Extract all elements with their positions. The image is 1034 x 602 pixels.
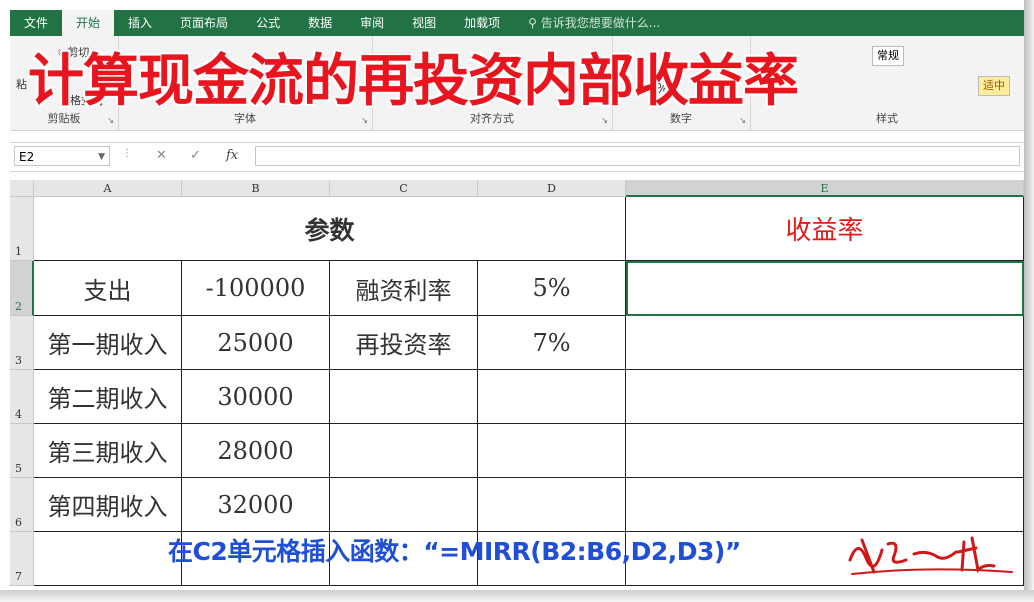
select-all-corner[interactable] bbox=[10, 180, 34, 197]
row-header-4[interactable]: 4 bbox=[10, 370, 34, 424]
tell-me-text: 告诉我您想要做什么... bbox=[540, 16, 661, 30]
formula-bar: E2 ▼ ⋮ ✕ ✓ fx bbox=[10, 142, 1024, 172]
insert-function-icon[interactable]: fx bbox=[226, 148, 238, 163]
cancel-icon[interactable]: ✕ bbox=[156, 148, 167, 163]
cell-b6[interactable]: 32000 bbox=[182, 478, 330, 532]
cell-e4[interactable] bbox=[626, 370, 1024, 424]
cell-d5[interactable] bbox=[478, 424, 626, 478]
tab-insert[interactable]: 插入 bbox=[114, 10, 166, 36]
cell-b3[interactable]: 25000 bbox=[182, 316, 330, 370]
enter-icon[interactable]: ✓ bbox=[190, 148, 201, 163]
cell-e1-rate-header[interactable]: 收益率 bbox=[626, 197, 1024, 261]
column-header-d[interactable]: D bbox=[478, 180, 626, 197]
column-header-b[interactable]: B bbox=[182, 180, 330, 197]
column-header-a[interactable]: A bbox=[34, 180, 182, 197]
formula-input[interactable] bbox=[255, 146, 1020, 166]
formula-caption: 在C2单元格插入函数：“=MIRR(B2:B6,D2,D3)” bbox=[168, 537, 741, 566]
cell-a2[interactable]: 支出 bbox=[34, 261, 182, 316]
banner-title: 计算现金流的再投资内部收益率 bbox=[28, 49, 799, 114]
row-header-2[interactable]: 2 bbox=[10, 261, 34, 316]
name-box[interactable]: E2 ▼ bbox=[14, 146, 110, 166]
style-normal[interactable]: 常规 bbox=[872, 46, 904, 66]
more-options-icon: ⋮ bbox=[122, 148, 132, 159]
cell-d6[interactable] bbox=[478, 478, 626, 532]
cell-d3[interactable]: 7% bbox=[478, 316, 626, 370]
row-header-7[interactable]: 7 bbox=[10, 532, 34, 586]
tab-review[interactable]: 审阅 bbox=[346, 10, 398, 36]
tab-formulas[interactable]: 公式 bbox=[242, 10, 294, 36]
style-neutral[interactable]: 适中 bbox=[978, 76, 1010, 96]
cell-c5[interactable] bbox=[330, 424, 478, 478]
column-header-e[interactable]: E bbox=[626, 180, 1024, 197]
chevron-down-icon[interactable]: ▼ bbox=[98, 147, 105, 167]
cell-c6[interactable] bbox=[330, 478, 478, 532]
ribbon-tab-bar: 文件 开始 插入 页面布局 公式 数据 审阅 视图 加载项 ⚲ 告诉我您想要做什… bbox=[10, 10, 1024, 36]
lightbulb-icon: ⚲ bbox=[528, 16, 537, 30]
tab-data[interactable]: 数据 bbox=[294, 10, 346, 36]
cell-a3[interactable]: 第一期收入 bbox=[34, 316, 182, 370]
tab-addins[interactable]: 加载项 bbox=[450, 10, 514, 36]
column-header-c[interactable]: C bbox=[330, 180, 478, 197]
row-header-1[interactable]: 1 bbox=[10, 197, 34, 261]
tab-view[interactable]: 视图 bbox=[398, 10, 450, 36]
cell-b5[interactable]: 28000 bbox=[182, 424, 330, 478]
row-header-6[interactable]: 6 bbox=[10, 478, 34, 532]
name-box-value: E2 bbox=[19, 150, 35, 164]
number-launcher-icon[interactable]: ↘ bbox=[739, 116, 746, 125]
signature-logo bbox=[848, 536, 1013, 575]
tell-me-box[interactable]: ⚲ 告诉我您想要做什么... bbox=[514, 10, 660, 36]
tab-home[interactable]: 开始 bbox=[62, 10, 115, 36]
frame-bottom-edge bbox=[0, 590, 1034, 602]
cell-c4[interactable] bbox=[330, 370, 478, 424]
cell-d2[interactable]: 5% bbox=[478, 261, 626, 316]
cell-e5[interactable] bbox=[626, 424, 1024, 478]
alignment-launcher-icon[interactable]: ↘ bbox=[601, 116, 608, 125]
cell-a6[interactable]: 第四期收入 bbox=[34, 478, 182, 532]
cell-c3[interactable]: 再投资率 bbox=[330, 316, 478, 370]
cell-d4[interactable] bbox=[478, 370, 626, 424]
cell-a7[interactable] bbox=[34, 532, 182, 586]
cell-a1-params[interactable]: 参数 bbox=[34, 197, 626, 261]
cell-b4[interactable]: 30000 bbox=[182, 370, 330, 424]
paste-button[interactable]: 粘 bbox=[16, 76, 27, 92]
frame-right-edge bbox=[1024, 0, 1034, 602]
font-launcher-icon[interactable]: ↘ bbox=[361, 116, 368, 125]
row-header-5[interactable]: 5 bbox=[10, 424, 34, 478]
cell-a5[interactable]: 第三期收入 bbox=[34, 424, 182, 478]
row-header-3[interactable]: 3 bbox=[10, 316, 34, 370]
cell-b2[interactable]: -100000 bbox=[182, 261, 330, 316]
tab-page-layout[interactable]: 页面布局 bbox=[166, 10, 242, 36]
tab-file[interactable]: 文件 bbox=[10, 10, 62, 36]
clipboard-launcher-icon[interactable]: ↘ bbox=[107, 116, 114, 125]
cell-e3[interactable] bbox=[626, 316, 1024, 370]
cell-e2-selected[interactable] bbox=[626, 261, 1024, 316]
cell-c2[interactable]: 融资利率 bbox=[330, 261, 478, 316]
cell-e6[interactable] bbox=[626, 478, 1024, 532]
worksheet-grid: A B C D E 1 2 3 4 5 6 7 参数 收益率 支出 -10000… bbox=[10, 180, 1024, 586]
cell-a4[interactable]: 第二期收入 bbox=[34, 370, 182, 424]
